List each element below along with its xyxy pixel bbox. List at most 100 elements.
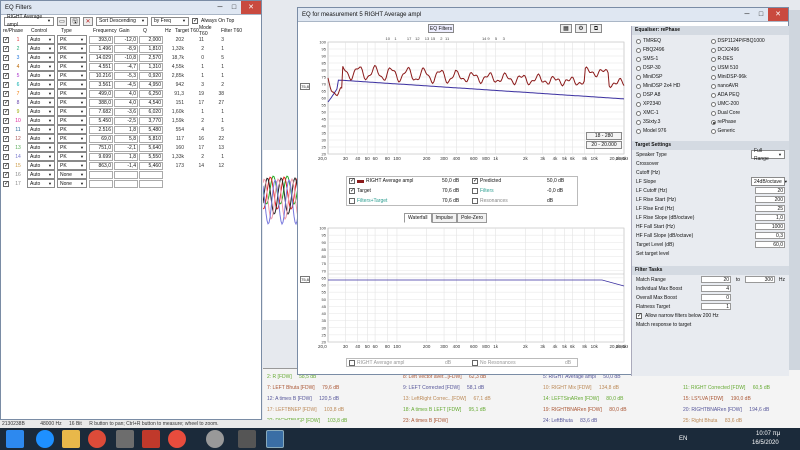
ie-icon[interactable]	[36, 430, 54, 448]
filter-gain-input[interactable]: 4,0	[114, 89, 138, 98]
measurement-select[interactable]: RIGHT Average ampl ▼	[4, 14, 54, 28]
target-checkbox[interactable]	[349, 187, 355, 194]
equaliser-option[interactable]: Dual Core	[710, 109, 786, 117]
filter-q-input[interactable]: 2,000	[139, 35, 163, 44]
filter-control-select[interactable]: Auto ▼	[27, 161, 55, 170]
set-target-level-button[interactable]: Set target level	[636, 251, 785, 257]
bg-legend-entry[interactable]: 11: RIGHT Corrected [FDW] 60,5 dB	[683, 384, 770, 393]
radio-icon[interactable]	[710, 38, 716, 44]
equaliser-option[interactable]: SMS-1	[636, 55, 711, 63]
filter-enable-checkbox[interactable]	[3, 45, 9, 52]
filter-frequency-input[interactable]: 7.682	[89, 107, 113, 116]
filter-gain-input[interactable]: -10,8	[114, 53, 138, 62]
chrome-icon[interactable]	[88, 430, 106, 448]
filter-type-select[interactable]: PK ▼	[57, 62, 87, 71]
filter-enable-checkbox[interactable]	[3, 135, 9, 142]
maximize-icon[interactable]: □	[754, 8, 768, 21]
equaliser-option[interactable]: XMC-1	[636, 109, 711, 117]
monitor-icon[interactable]: ▭	[57, 16, 67, 26]
media-icon[interactable]	[168, 430, 186, 448]
filter-q-input[interactable]: 1,810	[139, 44, 163, 53]
filter-q-input[interactable]: 5,480	[139, 125, 163, 134]
radio-icon[interactable]	[710, 74, 716, 80]
filter-enable-checkbox[interactable]	[3, 144, 9, 151]
close-icon[interactable]: ✕	[768, 8, 788, 21]
bg-legend-entry[interactable]: 9: LEFT Corrected [FDW] 58,1 dB	[403, 384, 484, 393]
filter-type-select[interactable]: PK ▼	[57, 134, 87, 143]
radio-icon[interactable]	[710, 119, 716, 125]
app-icon[interactable]	[116, 430, 134, 448]
range-18-280-button[interactable]: 18 - 280	[586, 132, 622, 140]
bg-legend-entry[interactable]: 19: RIGHTBNARen [FDW] 80,0 dB	[543, 406, 627, 415]
filter-q-input[interactable]: 5,460	[139, 161, 163, 170]
filter-gain-input[interactable]: -2,5	[114, 116, 138, 125]
bg-legend-entry[interactable]: 12: A times B [FDW] 120,5 dB	[267, 395, 339, 404]
radio-icon[interactable]	[636, 128, 641, 134]
alien-icon[interactable]	[238, 430, 256, 448]
filter-enable-checkbox[interactable]	[3, 81, 9, 88]
rew-icon[interactable]	[266, 430, 284, 448]
filter-frequency-input[interactable]: 863,0	[89, 161, 113, 170]
resonances-checkbox[interactable]	[472, 198, 478, 204]
filter-enable-checkbox[interactable]	[3, 108, 9, 115]
lf-rise-end-input[interactable]: 25	[755, 205, 785, 212]
filter-type-select[interactable]: PK ▼	[57, 35, 87, 44]
equaliser-option[interactable]: UMC-200	[710, 100, 786, 108]
hf-fall-slope-input[interactable]: 0,3	[755, 232, 785, 239]
filter-type-select[interactable]: PK ▼	[57, 125, 87, 134]
filter-type-select[interactable]: PK ▼	[57, 89, 87, 98]
allow-narrow-checkbox[interactable]	[636, 312, 642, 319]
filter-enable-checkbox[interactable]	[3, 90, 9, 97]
filter-enable-checkbox[interactable]	[3, 36, 9, 43]
filter-gain-input[interactable]: -12,0	[114, 35, 138, 44]
filter-control-select[interactable]: Auto ▼	[27, 98, 55, 107]
range-20-20000-button[interactable]: 20 - 20.000	[586, 141, 622, 149]
filter-q-input[interactable]: 3,770	[139, 116, 163, 125]
filter-type-select[interactable]: PK ▼	[57, 152, 87, 161]
close-icon[interactable]: ✕	[241, 1, 261, 14]
maximize-icon[interactable]: □	[227, 1, 241, 14]
filter-type-select[interactable]: PK ▼	[57, 161, 87, 170]
match-range-from-input[interactable]: 20	[701, 276, 731, 283]
filter-q-input[interactable]: 5,810	[139, 134, 163, 143]
filter-gain-input[interactable]	[114, 179, 138, 188]
bg-legend-entry[interactable]: 18: A times B LEFT [FDW] 95,1 dB	[403, 406, 486, 415]
filter-enable-checkbox[interactable]	[3, 117, 9, 124]
filter-q-input[interactable]: 6,250	[139, 89, 163, 98]
radio-icon[interactable]	[636, 92, 641, 98]
radio-icon[interactable]	[636, 38, 641, 44]
clock-date[interactable]: 16/5/2020	[752, 440, 779, 446]
speaker-type-select[interactable]: Full Range ▼	[751, 148, 785, 162]
minimize-icon[interactable]: ─	[740, 8, 754, 21]
radio-icon[interactable]	[636, 56, 641, 62]
filter-frequency-input[interactable]: 5.450	[89, 116, 113, 125]
radio-icon[interactable]	[710, 65, 716, 71]
folder-icon[interactable]	[62, 430, 80, 448]
filter-control-select[interactable]: Auto ▼	[27, 179, 55, 188]
hf-fall-start-input[interactable]: 1000	[755, 223, 785, 230]
filter-frequency-input[interactable]: 4.551	[89, 62, 113, 71]
match-response-button[interactable]: Match response to target	[636, 322, 785, 328]
equaliser-option[interactable]: FBQ2496	[636, 46, 711, 54]
filter-enable-checkbox[interactable]	[3, 162, 9, 169]
measurement-visible-checkbox[interactable]	[349, 177, 355, 184]
filter-frequency-input[interactable]: 499,0	[89, 89, 113, 98]
language-indicator[interactable]: EN	[679, 436, 687, 442]
filter-frequency-input[interactable]: 14.029	[89, 53, 113, 62]
filter-gain-input[interactable]: 1,8	[114, 152, 138, 161]
bg-legend-entry[interactable]: 25: Right Bhuta 83,6 dB	[683, 417, 742, 426]
radio-icon[interactable]	[636, 74, 641, 80]
lf-cutoff-input[interactable]: 20	[755, 187, 785, 194]
filter-enable-checkbox[interactable]	[3, 63, 9, 70]
filter-type-select[interactable]: PK ▼	[57, 116, 87, 125]
filter-frequency-input[interactable]	[89, 179, 113, 188]
equaliser-option[interactable]: Generic	[710, 127, 786, 135]
bg-legend-entry[interactable]: 7: LEFT Bhuta [FDW] 79,6 dB	[267, 384, 339, 393]
filter-type-select[interactable]: PK ▼	[57, 98, 87, 107]
flatness-input[interactable]: 1	[701, 303, 731, 310]
target-level-input[interactable]: 60,0	[755, 241, 785, 248]
lf-slope-select[interactable]: 24dB/octave ▼	[751, 177, 788, 186]
filter-enable-checkbox[interactable]	[3, 126, 9, 133]
equaliser-option[interactable]: rePhase	[710, 118, 786, 126]
save-icon[interactable]: 🖫	[70, 16, 80, 26]
